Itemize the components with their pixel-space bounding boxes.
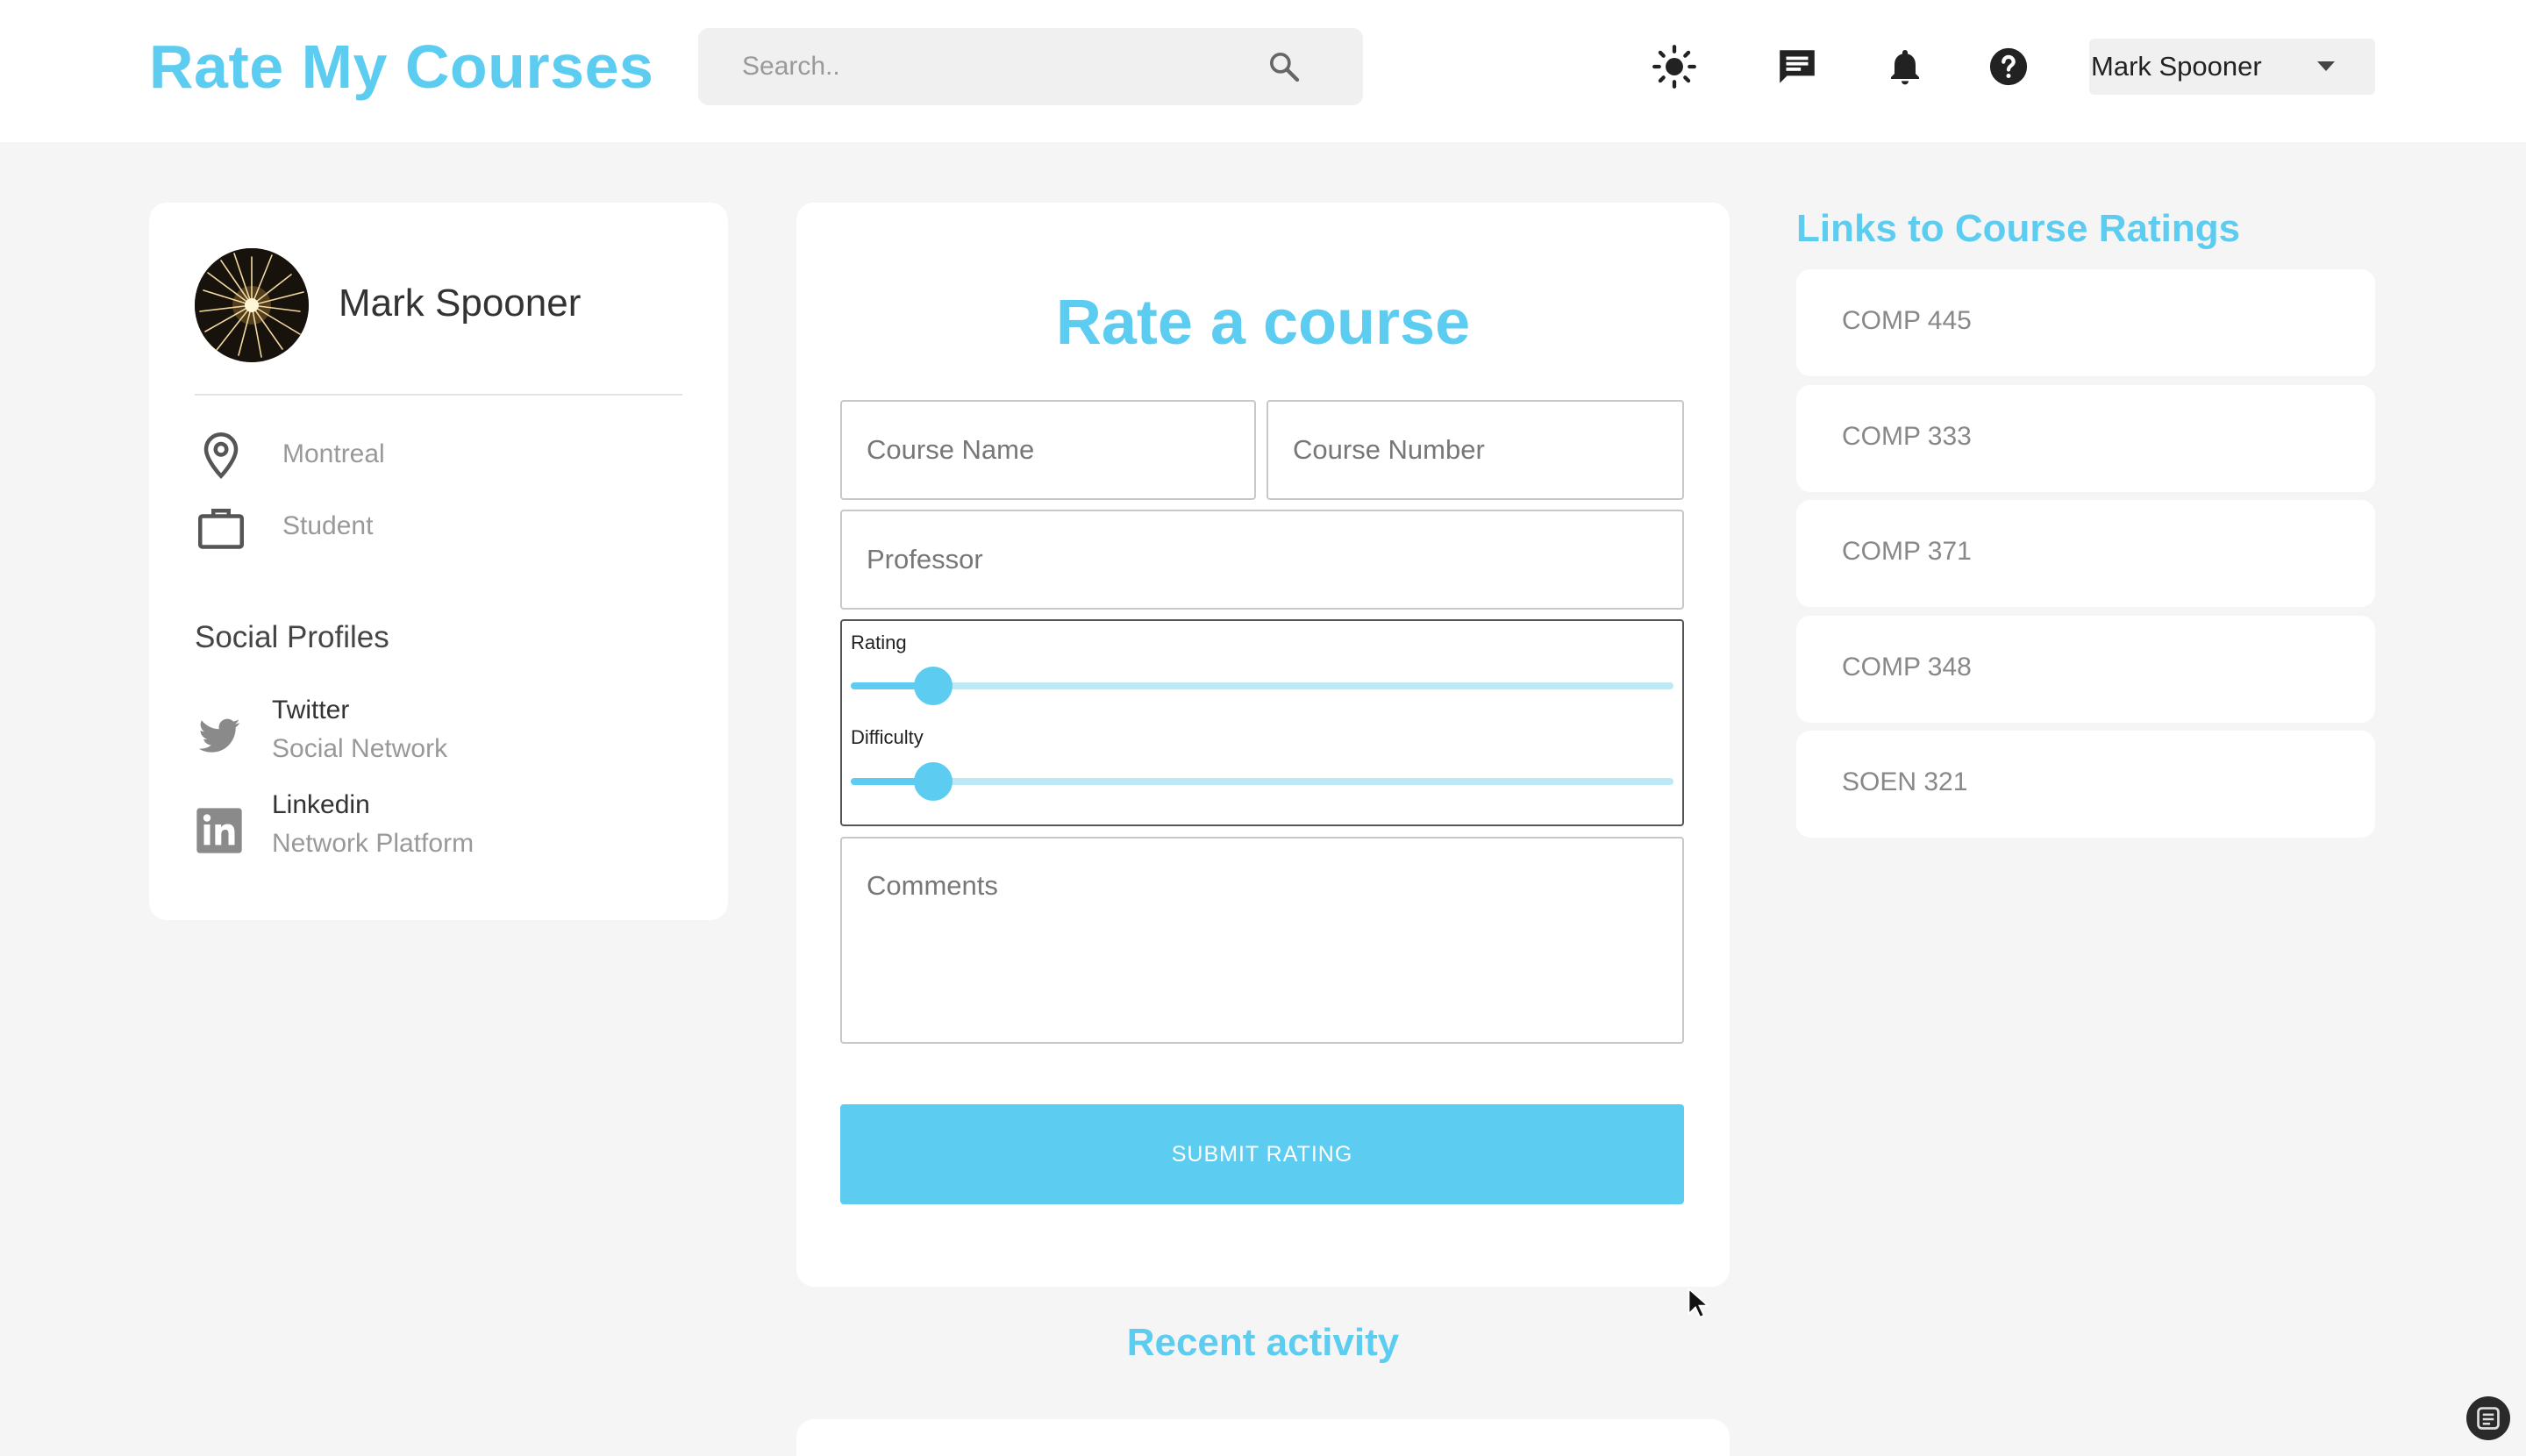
search-input[interactable] [742,28,1268,105]
social-profiles-heading: Social Profiles [195,620,389,654]
course-link-label: COMP 371 [1842,537,1972,566]
recent-activity-card [796,1419,1730,1456]
location-text: Montreal [282,439,385,468]
mouse-cursor-icon [1688,1288,1709,1318]
course-link-label: COMP 348 [1842,653,1972,682]
social-linkedin[interactable]: Linkedin Network Platform [195,790,682,878]
course-number-field[interactable] [1267,400,1684,500]
professor-input[interactable] [842,511,1682,608]
social-name-linkedin: Linkedin [272,790,370,819]
course-number-input[interactable] [1268,402,1682,498]
caret-down-icon [2317,61,2335,71]
location-pin-icon [203,432,239,480]
rate-course-title: Rate a course [1055,288,1471,358]
professor-field[interactable] [840,510,1684,610]
twitter-icon [198,718,240,753]
theme-toggle-icon[interactable] [1652,44,1697,89]
links-heading: Links to Course Ratings [1796,207,2241,250]
profile-name: Mark Spooner [339,282,582,325]
course-name-input[interactable] [842,402,1254,498]
profile-card: Mark Spooner Montreal Student Social Pro… [149,203,728,920]
course-link-label: COMP 333 [1842,422,1972,451]
course-link[interactable]: SOEN 321 [1796,731,2375,838]
rating-slider[interactable] [851,667,1673,705]
course-link-label: SOEN 321 [1842,767,1968,796]
role-row: Student [195,501,682,553]
course-link[interactable]: COMP 371 [1796,500,2375,607]
rating-slider-thumb[interactable] [913,667,953,705]
linkedin-icon [196,808,242,853]
course-link[interactable]: COMP 348 [1796,616,2375,723]
difficulty-slider-thumb[interactable] [913,762,953,801]
user-menu-label: Mark Spooner [2091,51,2262,82]
comments-textarea[interactable] [842,839,1682,1042]
rating-label: Rating [851,632,907,653]
social-twitter[interactable]: Twitter Social Network [195,696,682,783]
avatar[interactable] [195,248,309,362]
help-icon[interactable] [1986,44,2031,89]
top-header: Rate My Courses Search.. Mark Spooner [0,0,2526,142]
briefcase-icon [198,509,244,549]
search-bar[interactable] [698,28,1363,105]
comments-field[interactable] [840,837,1684,1044]
social-sub-twitter: Social Network [272,734,448,763]
user-menu-dropdown[interactable]: Mark Spooner [2089,39,2375,95]
course-link[interactable]: COMP 333 [1796,385,2375,492]
course-link-label: COMP 445 [1842,306,1972,335]
sliders-box: Rating Difficulty [840,619,1684,826]
search-icon[interactable] [1267,49,1302,84]
role-text: Student [282,511,374,540]
submit-rating-button[interactable]: SUBMIT RATING [840,1104,1684,1204]
location-row: Montreal [195,429,682,482]
social-sub-linkedin: Network Platform [272,829,475,858]
chat-widget-button[interactable] [2466,1396,2510,1440]
difficulty-slider[interactable] [851,762,1673,801]
rate-course-card: Rate a course Rating Difficulty SUBMIT R… [796,203,1730,1287]
notifications-bell-icon[interactable] [1882,44,1928,89]
course-name-field[interactable] [840,400,1256,500]
recent-activity-heading: Recent activity [1126,1321,1400,1364]
chat-widget-icon [2477,1407,2500,1430]
social-name-twitter: Twitter [272,696,350,724]
profile-divider [195,394,682,396]
difficulty-label: Difficulty [851,726,924,748]
course-link[interactable]: COMP 445 [1796,269,2375,376]
app-logo[interactable]: Rate My Courses [149,32,653,102]
messages-icon[interactable] [1774,44,1820,89]
